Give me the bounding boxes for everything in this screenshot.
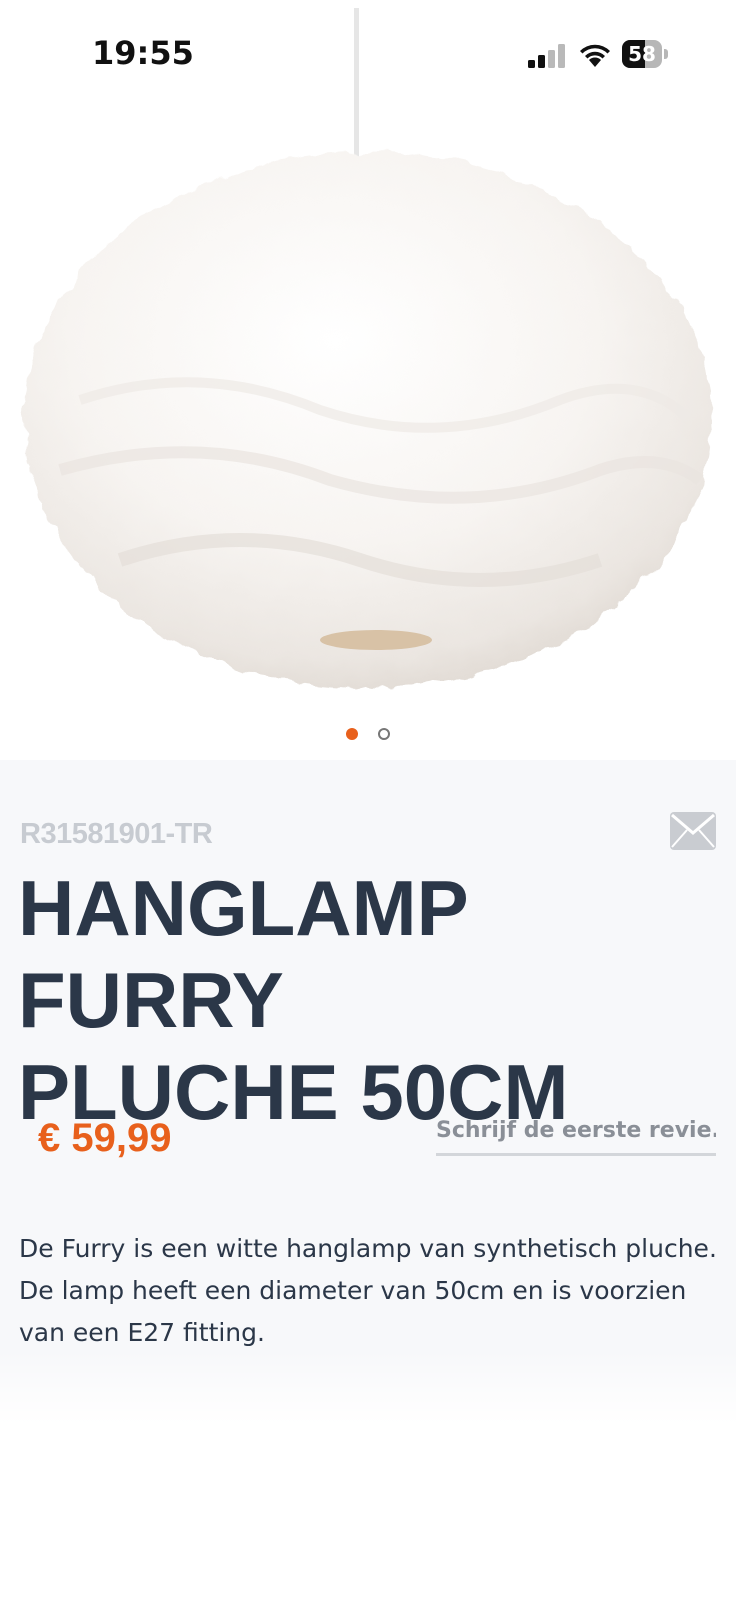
- carousel-dot-2[interactable]: [378, 728, 390, 740]
- lamp-fitting: [320, 630, 432, 650]
- signal-icon: [528, 44, 565, 68]
- write-review-link[interactable]: Schrijf de eerste revie...: [436, 1118, 716, 1156]
- product-sku: R31581901-TR: [20, 818, 213, 850]
- status-time: 19:55: [92, 34, 194, 72]
- carousel-dot-1[interactable]: [346, 728, 358, 740]
- mail-icon[interactable]: [670, 812, 716, 850]
- product-title-line-1: HANGLAMP FURRY: [18, 864, 468, 1044]
- product-price: € 59,99: [38, 1116, 172, 1160]
- status-bar: 19:55 58: [0, 0, 736, 110]
- battery-level: 58: [628, 42, 656, 66]
- product-gallery[interactable]: [0, 0, 736, 760]
- bottom-fade-overlay: [0, 1350, 736, 1598]
- battery-icon: 58: [622, 40, 668, 68]
- carousel-dots[interactable]: [340, 726, 400, 742]
- product-title: HANGLAMP FURRY PLUCHE 50CM: [18, 862, 718, 1138]
- wifi-icon: [580, 44, 610, 67]
- product-description: De Furry is een witte hanglamp van synth…: [19, 1234, 717, 1347]
